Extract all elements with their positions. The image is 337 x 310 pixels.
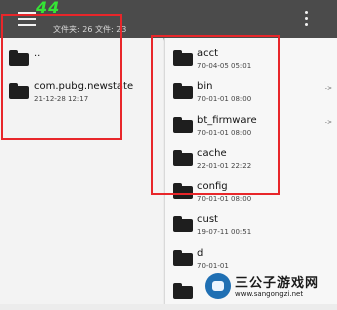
folder-date: 22-01-01 22:22 [197,162,252,170]
folder-icon [173,216,193,232]
list-item-folder[interactable]: acct 70-04-05 05:01 [165,44,337,77]
folder-name: .. [34,48,41,59]
folder-date: 19-07-11 00:51 [197,228,252,236]
folder-date: 70-04-05 05:01 [197,62,252,70]
folder-file-counts: 文件夹: 26 文件: 23 [53,25,127,34]
folder-icon [173,183,193,199]
folder-icon [173,150,193,166]
folder-name: cust [197,214,218,225]
symlink-arrow: -> [324,119,332,126]
folder-date: 70-01-01 08:00 [197,129,252,137]
folder-name: com.pubg.newstate [34,81,134,92]
menu-icon[interactable] [18,12,36,26]
folder-icon [173,50,193,66]
folder-date: 70-01-01 08:00 [197,95,252,103]
list-item-parent-dir[interactable]: .. [0,42,163,75]
folder-icon [173,283,193,299]
list-item-folder[interactable]: com.pubg.newstate 21-12-28 12:17 [0,77,163,110]
folder-icon [9,83,29,99]
folder-name: bt_firmware [197,115,257,126]
watermark-text: 三公子游戏网 [235,276,320,291]
more-options-icon[interactable] [304,11,310,27]
title-number: 44 [36,0,61,17]
folder-name: acct [197,48,219,59]
list-item-folder[interactable]: cust 19-07-11 00:51 [165,210,337,243]
watermark-url: www.sangongzi.net [235,290,304,298]
folder-name: d [197,248,204,259]
site-watermark: 三公子游戏网 www.sangongzi.net [205,272,335,302]
folder-name: cache [197,148,227,159]
folder-date: 70-01-01 08:00 [197,195,252,203]
left-file-pane: .. com.pubg.newstate 21-12-28 12:17 [0,38,163,304]
folder-name: config [197,181,228,192]
right-file-pane: acct 70-04-05 05:01 bin 70-01-01 08:00 -… [164,38,337,304]
folder-icon [173,250,193,266]
folder-name: bin [197,81,213,92]
folder-date: 21-12-28 12:17 [34,95,89,103]
top-app-bar: 44 文件夹: 26 文件: 23 [0,0,337,38]
list-item-folder[interactable]: config 70-01-01 08:00 [165,177,337,210]
list-item-folder[interactable]: cache 22-01-01 22:22 [165,144,337,177]
symlink-arrow: -> [324,85,332,92]
watermark-logo-icon [205,273,231,299]
folder-icon [9,50,29,66]
list-item-folder[interactable]: bin 70-01-01 08:00 -> [165,77,337,110]
list-item-folder[interactable]: bt_firmware 70-01-01 08:00 -> [165,111,337,144]
folder-icon [173,83,193,99]
folder-date: 70-01-01 [197,262,229,270]
folder-icon [173,117,193,133]
